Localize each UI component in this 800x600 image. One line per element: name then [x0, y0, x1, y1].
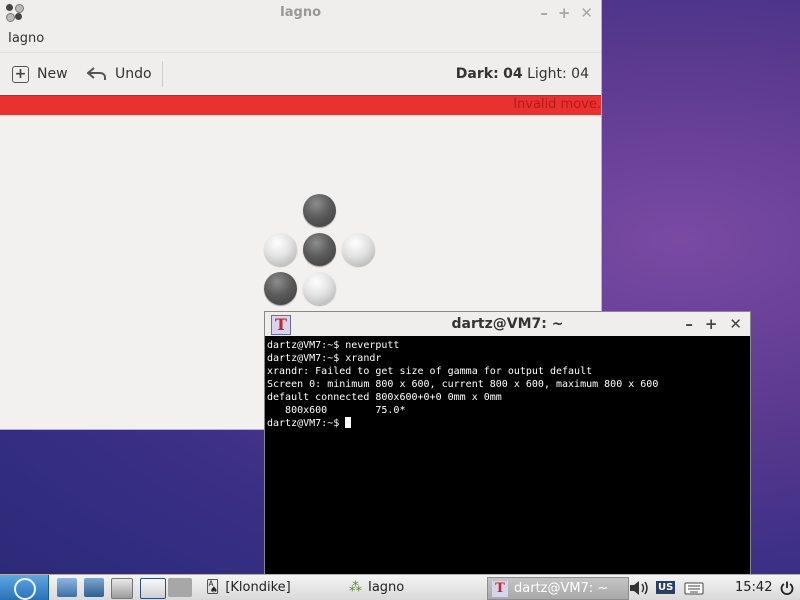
volume-icon[interactable] — [628, 575, 650, 600]
terminal-window-title: dartz@VM7: ~ — [451, 316, 564, 332]
undo-button-label: Undo — [115, 66, 152, 82]
dark-disc[interactable] — [303, 194, 336, 227]
iagno-icon: ⁂ — [349, 580, 362, 595]
terminal-line: Screen 0: minimum 800 x 600, current 800… — [267, 379, 659, 390]
power-icon[interactable] — [780, 575, 794, 600]
terminal-line: 800x600 75.0* — [267, 405, 406, 416]
minimize-icon[interactable]: – — [540, 0, 548, 26]
iagno-window-title: Iagno — [279, 5, 322, 20]
close-icon[interactable]: ✕ — [729, 312, 742, 336]
terminal-line: default connected 800x600+0+0 0mm x 0mm — [267, 392, 502, 403]
iagno-toolbar: + New Undo Dark: 04 Light: 04 — [0, 52, 601, 96]
close-icon[interactable]: ✕ — [580, 0, 593, 26]
terminal-line: xrandr: Failed to get size of gamma for … — [267, 366, 593, 377]
terminal-prompt: dartz@VM7:~$ — [267, 418, 346, 429]
dark-label: Dark: — [455, 66, 499, 82]
toolbar-separator — [162, 61, 163, 87]
task-label: dartz@VM7: ~ — [514, 581, 609, 596]
file-manager-icon[interactable] — [57, 578, 77, 597]
task-label: [Klondike] — [225, 580, 291, 595]
new-button-label: New — [37, 66, 68, 82]
task-terminal[interactable]: T dartz@VM7: ~ — [487, 577, 629, 600]
info-bar-message: Invalid move. — [513, 97, 601, 112]
info-bar: Invalid move. — [0, 95, 601, 116]
light-disc[interactable] — [303, 272, 336, 305]
terminal-titlebar[interactable]: T dartz@VM7: ~ – + ✕ — [265, 312, 750, 336]
minimize-icon[interactable]: – — [685, 312, 693, 336]
text-cursor — [345, 417, 352, 428]
terminal-app-icon: T — [271, 315, 291, 335]
terminal-line: dartz@VM7:~$ neverputt — [267, 340, 400, 351]
dark-disc[interactable] — [264, 272, 297, 305]
task-label: Iagno — [368, 580, 405, 595]
klondike-icon: 🂡 — [206, 580, 220, 595]
maximize-icon[interactable]: + — [558, 0, 571, 26]
start-menu-button[interactable] — [0, 575, 49, 600]
workspace-2-icon[interactable] — [168, 578, 192, 597]
keyboard-layout-label: US — [656, 581, 676, 594]
web-browser-icon[interactable] — [84, 578, 104, 597]
new-game-button[interactable]: + New — [12, 53, 68, 95]
light-disc[interactable] — [342, 233, 375, 266]
iagno-titlebar[interactable]: Iagno – + ✕ — [0, 0, 601, 26]
new-icon: + — [12, 65, 29, 83]
light-disc[interactable] — [264, 233, 297, 266]
undo-icon — [87, 67, 106, 80]
terminal-output[interactable]: dartz@VM7:~$ neverputt dartz@VM7:~$ xran… — [265, 336, 750, 433]
task-klondike[interactable]: 🂡 [Klondike] — [202, 577, 336, 598]
dark-score: 04 — [503, 66, 523, 82]
terminal-line: dartz@VM7:~$ xrandr — [267, 353, 382, 364]
terminal-window: T dartz@VM7: ~ – + ✕ dartz@VM7:~$ neverp… — [264, 311, 751, 583]
iagno-app-icon — [6, 4, 24, 22]
maximize-icon[interactable]: + — [705, 312, 718, 336]
light-score: 04 — [571, 66, 589, 82]
undo-button[interactable]: Undo — [87, 53, 152, 95]
lubuntu-logo-icon — [14, 578, 36, 600]
keyboard-layout-indicator[interactable]: US — [656, 575, 676, 600]
score-display: Dark: 04 Light: 04 — [456, 53, 589, 95]
app-menu[interactable]: Iagno — [0, 26, 601, 52]
workspace-1-icon[interactable] — [140, 578, 166, 599]
clock[interactable]: 15:42 — [735, 575, 772, 600]
show-desktop-icon[interactable] — [111, 578, 133, 599]
dark-disc[interactable] — [303, 233, 336, 266]
terminal-icon: T — [492, 580, 508, 597]
task-iagno[interactable]: ⁂ Iagno — [345, 577, 479, 598]
keyboard-icon[interactable] — [684, 575, 704, 600]
light-label: Light: — [527, 66, 567, 82]
taskbar: 🂡 [Klondike] ⁂ Iagno T dartz@VM7: ~ US 1… — [0, 574, 800, 600]
